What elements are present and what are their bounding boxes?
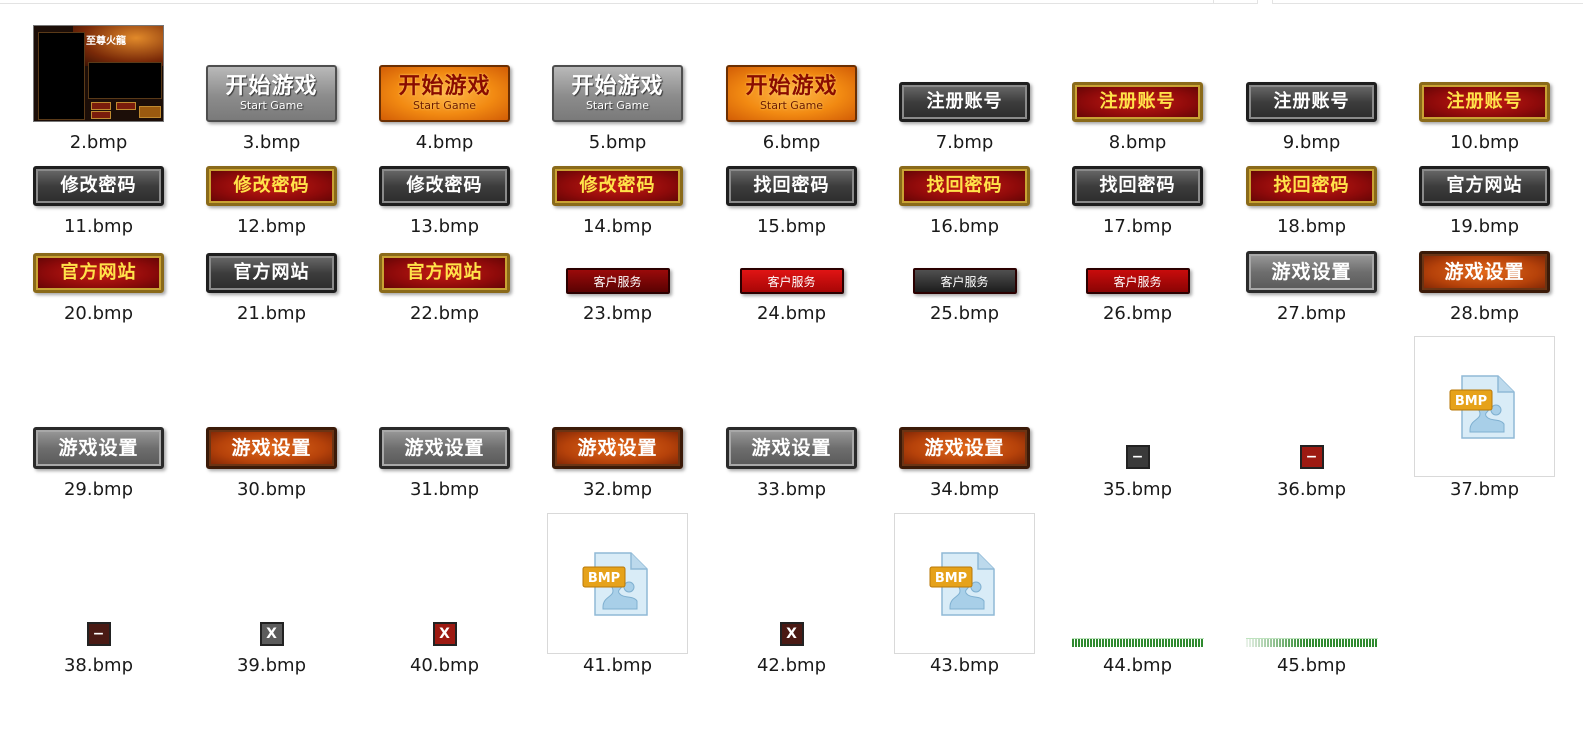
- svg-text:BMP: BMP: [934, 571, 966, 586]
- file-thumbnail[interactable]: BMP: [531, 0, 704, 654]
- file-name-label[interactable]: 37.bmp: [1398, 479, 1571, 501]
- file-thumbnail[interactable]: −: [12, 0, 185, 646]
- file-name-label[interactable]: 45.bmp: [1225, 655, 1398, 677]
- file-thumbnail[interactable]: [1051, 0, 1224, 647]
- close-icon: X: [432, 622, 457, 646]
- file-thumbnail[interactable]: BMP: [878, 0, 1051, 654]
- svg-text:BMP: BMP: [1454, 394, 1486, 409]
- svg-text:BMP: BMP: [587, 571, 619, 586]
- file-grid: 至尊火龍 2.bmp 开始游戏 Start Game 3.bmp 开始游戏 Start Ga…: [0, 0, 1583, 745]
- minimize-icon: −: [86, 622, 111, 646]
- file-name-label[interactable]: 43.bmp: [878, 655, 1051, 677]
- bmp-file-icon: BMP: [1449, 374, 1515, 439]
- close-icon: X: [779, 622, 804, 646]
- file-name-label[interactable]: 40.bmp: [358, 655, 531, 677]
- generic-file-icon-box: BMP: [894, 513, 1035, 654]
- file-thumbnail[interactable]: X: [705, 0, 878, 646]
- generic-file-icon-box: BMP: [547, 513, 688, 654]
- file-thumbnail[interactable]: [1225, 0, 1398, 647]
- generic-file-icon-box: BMP: [1414, 336, 1555, 477]
- file-name-label[interactable]: 42.bmp: [705, 655, 878, 677]
- bmp-file-icon: BMP: [929, 551, 995, 616]
- file-thumbnail[interactable]: X: [358, 0, 531, 646]
- file-thumbnail[interactable]: X: [185, 0, 358, 646]
- file-name-label[interactable]: 39.bmp: [185, 655, 358, 677]
- file-name-label[interactable]: 44.bmp: [1051, 655, 1224, 677]
- progress-bar-image: [1245, 638, 1378, 647]
- bmp-file-icon: BMP: [582, 551, 648, 616]
- progress-bar-image: [1071, 638, 1204, 647]
- file-thumbnail[interactable]: BMP: [1398, 0, 1571, 477]
- file-name-label[interactable]: 41.bmp: [531, 655, 704, 677]
- file-name-label[interactable]: 38.bmp: [12, 655, 185, 677]
- close-icon: X: [259, 622, 284, 646]
